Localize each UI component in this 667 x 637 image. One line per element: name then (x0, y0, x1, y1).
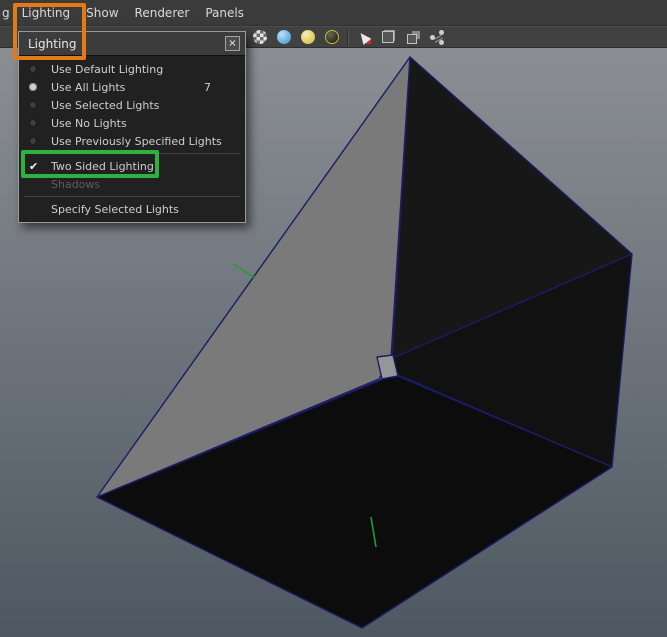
lighting-menu-list: Use Default Lighting Use All Lights 7 Use S… (19, 56, 245, 222)
checker-sphere-icon[interactable] (251, 28, 269, 46)
menu-item-shadows: Shadows (19, 175, 245, 193)
duplicate-cube-icon[interactable] (403, 28, 421, 46)
lit-sphere-icon-glyph (325, 30, 339, 44)
menu-item-label: Use Selected Lights (51, 98, 160, 112)
menubar-item-lighting[interactable]: Lighting (14, 0, 79, 25)
isolate-select-cube-icon[interactable] (379, 28, 397, 46)
share-nodes-icon-glyph (429, 34, 435, 40)
radio-icon (29, 119, 37, 127)
menu-item-use-previously-specified-lights[interactable]: Use Previously Specified Lights (19, 132, 245, 150)
shaded-sphere-icon-glyph (277, 30, 291, 44)
panel-titlebar[interactable]: Lighting × (19, 32, 245, 56)
textured-sphere-icon[interactable] (299, 28, 317, 46)
menu-item-label: Shadows (51, 177, 101, 191)
menu-item-gutter: ✔ (29, 161, 51, 172)
radio-icon (29, 137, 37, 145)
menu-item-two-sided-lighting[interactable]: ✔ Two Sided Lighting (19, 157, 245, 175)
close-icon[interactable]: × (225, 36, 240, 51)
menu-separator (24, 153, 240, 154)
radio-icon (29, 101, 37, 109)
menubar-item-panels[interactable]: Panels (197, 0, 252, 25)
menu-item-gutter (29, 65, 51, 73)
radio-selected-icon (29, 83, 37, 91)
duplicate-cube-icon-glyph (407, 34, 417, 44)
menu-item-use-no-lights[interactable]: Use No Lights (19, 114, 245, 132)
menu-item-specify-selected-lights[interactable]: Specify Selected Lights (19, 200, 245, 218)
textured-sphere-icon-glyph (301, 30, 315, 44)
menu-item-gutter (29, 101, 51, 109)
lit-sphere-icon[interactable] (323, 28, 341, 46)
menu-item-hotkey: 7 (204, 80, 211, 94)
menu-item-use-default-lighting[interactable]: Use Default Lighting (19, 60, 245, 78)
checkmark-icon: ✔ (29, 159, 39, 173)
menu-item-label: Two Sided Lighting (51, 159, 154, 173)
share-nodes-icon[interactable] (427, 28, 445, 46)
menu-item-label: Use No Lights (51, 116, 127, 130)
radio-icon (29, 65, 37, 73)
menu-separator (24, 196, 240, 197)
menu-item-gutter (29, 137, 51, 145)
isolate-select-cube-icon-glyph (382, 31, 394, 43)
menu-item-use-selected-lights[interactable]: Use Selected Lights (19, 96, 245, 114)
menu-item-label: Specify Selected Lights (51, 202, 179, 216)
menu-item-label: Use Previously Specified Lights (51, 134, 222, 148)
menu-item-label: Use All Lights (51, 80, 126, 94)
menu-item-label: Use Default Lighting (51, 62, 164, 76)
menubar-item-renderer[interactable]: Renderer (127, 0, 198, 25)
panel-title-label: Lighting (28, 36, 77, 51)
menubar-item-show[interactable]: Show (78, 0, 126, 25)
menubar-item-shading-partial[interactable]: g (0, 0, 14, 25)
normal-line-left-face (232, 263, 256, 279)
toolbar-separator (347, 29, 349, 45)
maya-viewport-window: g Lighting Show Renderer Panels Lighting × U… (0, 0, 667, 637)
select-cursor-icon[interactable] (355, 28, 373, 46)
menu-item-gutter (29, 83, 51, 91)
menu-item-use-all-lights[interactable]: Use All Lights 7 (19, 78, 245, 96)
panel-menubar: g Lighting Show Renderer Panels (0, 0, 667, 26)
menu-item-gutter (29, 119, 51, 127)
checker-sphere-icon-glyph (253, 30, 267, 44)
shaded-sphere-icon[interactable] (275, 28, 293, 46)
lighting-tearoff-menu: Lighting × Use Default Lighting Use All L… (18, 31, 246, 223)
